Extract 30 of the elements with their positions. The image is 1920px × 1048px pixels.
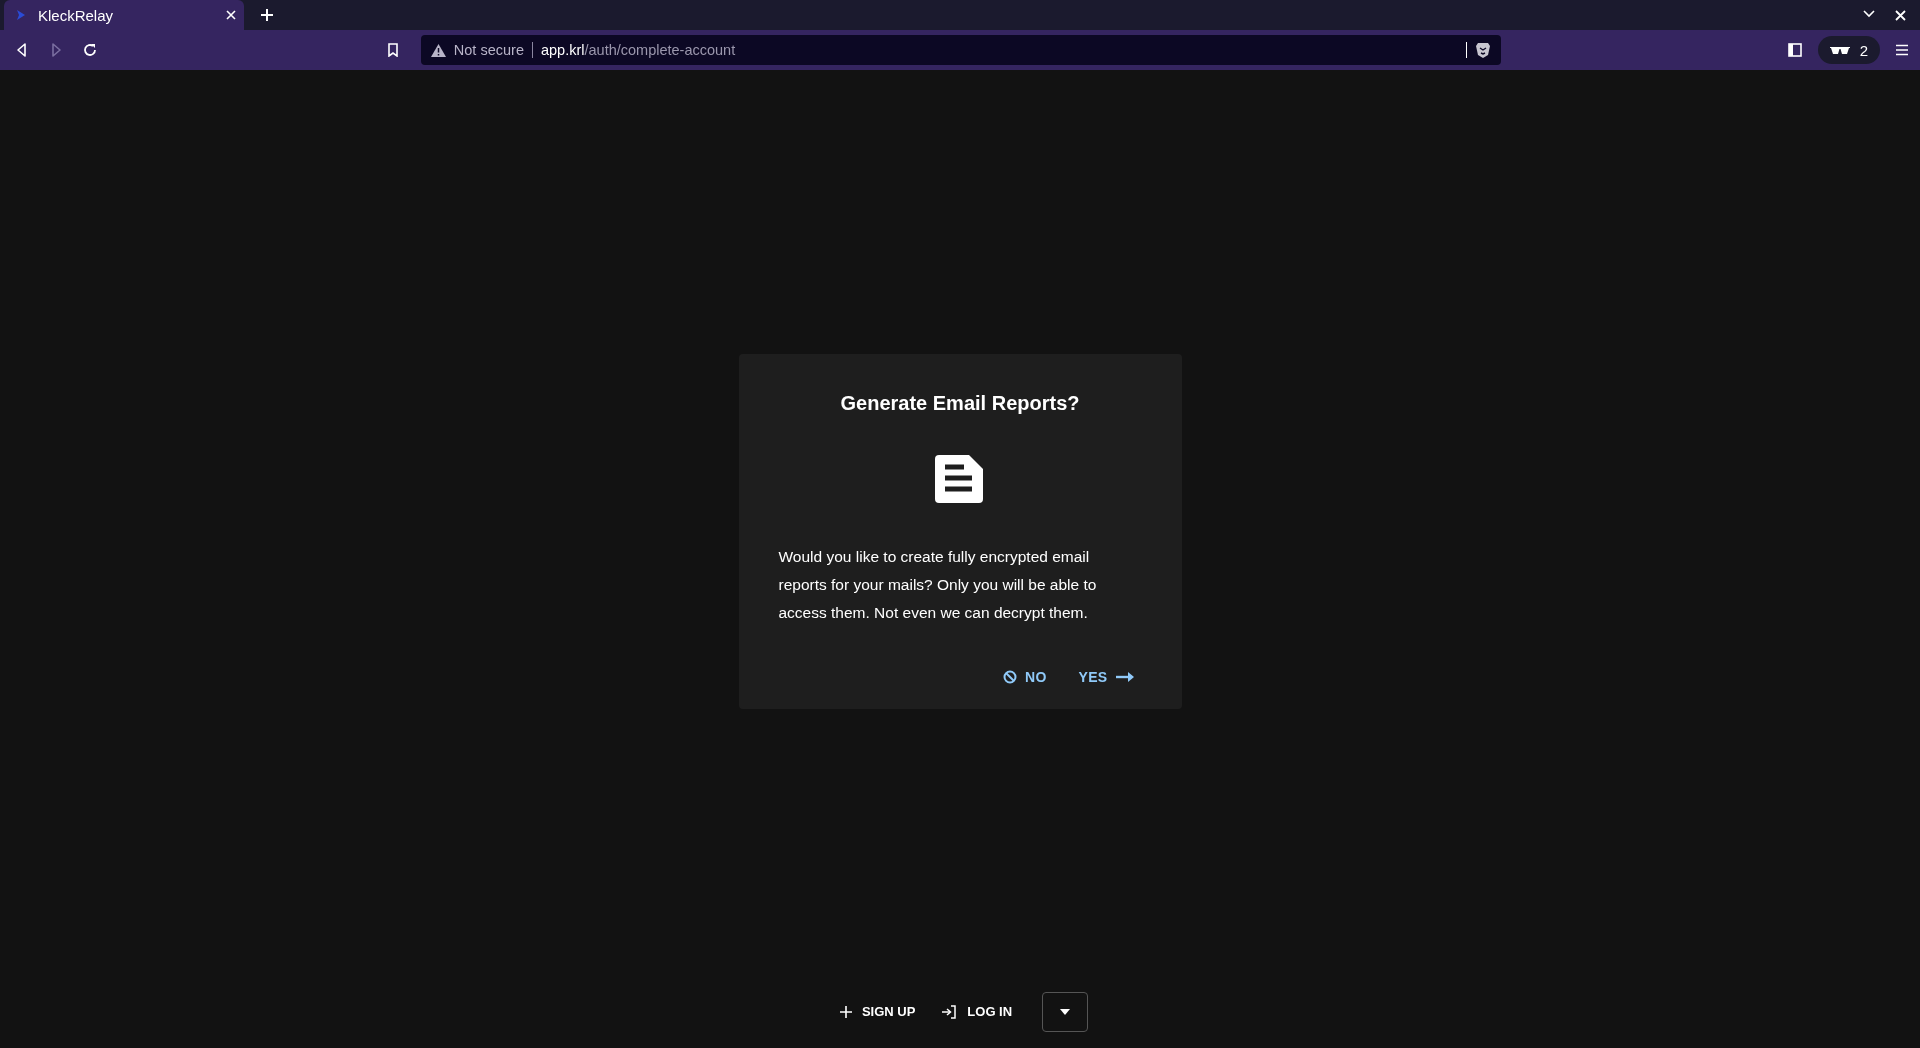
browser-tab[interactable]: KleckRelay <box>4 0 244 30</box>
close-icon[interactable] <box>1895 9 1906 21</box>
no-button[interactable]: NO <box>994 660 1055 693</box>
caret-icon <box>1060 1009 1071 1015</box>
log-in-button[interactable]: LOG IN <box>933 996 1021 1027</box>
tab-title: KleckRelay <box>38 6 115 24</box>
address-bar[interactable]: Not secure app.krl/auth/complete-account <box>420 35 1501 65</box>
dialog-message: Would you like to create fully encrypted email reports for your mails? Only you will be able to access them. Not even we can decrypt them. <box>778 546 1098 623</box>
sunglasses-icon <box>1829 45 1850 55</box>
extensions-button[interactable]: 2 <box>1817 36 1880 64</box>
lion-shield-icon[interactable] <box>1474 41 1491 59</box>
block-icon <box>1002 669 1017 684</box>
sign-up-button[interactable]: SIGN UP <box>831 996 924 1027</box>
plus-icon <box>260 8 274 22</box>
security-label: Not secure <box>453 42 524 58</box>
menu-icon[interactable] <box>1896 44 1908 56</box>
dialog-title: Generate Email Reports? <box>840 391 1080 415</box>
bookmark-icon[interactable] <box>386 43 399 57</box>
document-icon <box>935 454 985 503</box>
play-icon <box>16 9 26 21</box>
url-text: app.krl/auth/complete-account <box>540 42 736 58</box>
login-icon <box>941 1004 958 1019</box>
arrow-right-icon <box>1115 671 1134 682</box>
plus-icon <box>839 1005 852 1018</box>
sidebar-icon[interactable] <box>1787 43 1802 57</box>
chevron-down-icon[interactable] <box>1863 9 1875 18</box>
reload-icon <box>82 42 98 58</box>
yes-button[interactable]: YES <box>1070 660 1142 693</box>
dropdown-button[interactable] <box>1042 992 1089 1032</box>
warning-icon <box>430 43 446 57</box>
